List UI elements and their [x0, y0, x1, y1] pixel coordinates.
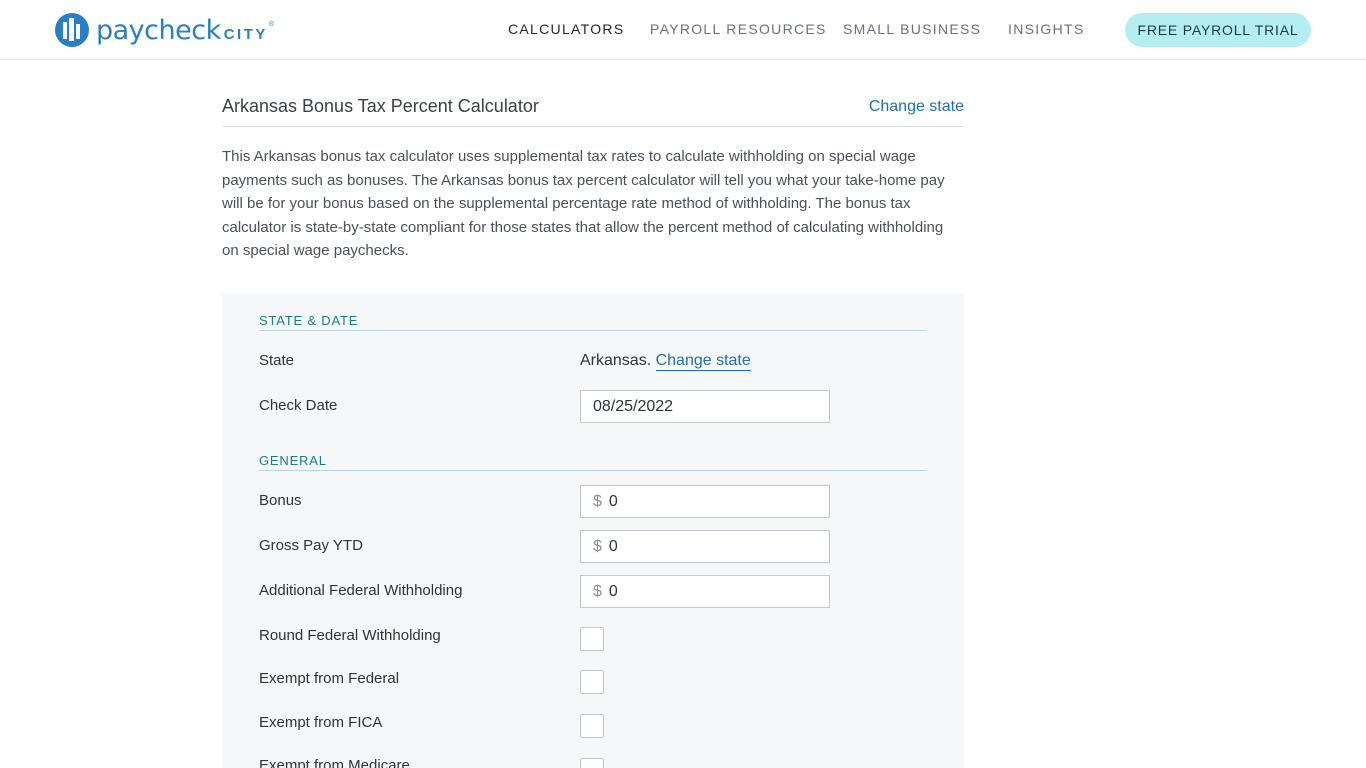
exempt-fica-label: Exempt from FICA — [259, 714, 383, 731]
intro-paragraph: This Arkansas bonus tax calculator uses … — [222, 148, 945, 259]
additional-federal-withholding-field[interactable]: $ 0 — [580, 575, 830, 608]
nav-insights[interactable]: INSIGHTS — [1008, 21, 1085, 37]
change-state-link[interactable]: Change state — [655, 352, 751, 371]
title-row: Arkansas Bonus Tax Percent Calculator Ch… — [222, 96, 964, 127]
logo-text-city: CITY — [223, 25, 268, 43]
logo-text-paycheck: paycheck — [96, 14, 221, 46]
calculator-form: STATE & DATE State Arkansas. Change stat… — [222, 293, 964, 768]
gross-pay-ytd-value: 0 — [608, 537, 618, 555]
exempt-federal-label: Exempt from Federal — [259, 670, 400, 687]
gross-pay-ytd-field[interactable]: $ 0 — [580, 530, 830, 563]
currency-symbol: $ — [593, 492, 602, 510]
logo-wordmark: paycheck CITY ® — [96, 15, 274, 46]
round-federal-withholding-label: Round Federal Withholding — [259, 627, 441, 644]
round-federal-withholding-checkbox[interactable] — [580, 627, 604, 651]
check-date-value: 08/25/2022 — [593, 397, 674, 415]
bonus-label: Bonus — [259, 492, 302, 509]
exempt-medicare-checkbox[interactable] — [580, 758, 604, 768]
exempt-medicare-label: Exempt from Medicare — [259, 757, 410, 768]
nav-payroll-resources[interactable]: PAYROLL RESOURCES — [650, 21, 827, 37]
additional-federal-withholding-label: Additional Federal Withholding — [259, 582, 463, 599]
state-label: State — [259, 352, 295, 369]
exempt-fica-checkbox[interactable] — [580, 714, 604, 738]
check-date-label: Check Date — [259, 397, 338, 414]
page-title: Arkansas Bonus Tax Percent Calculator — [222, 96, 539, 116]
bonus-value: 0 — [608, 492, 618, 510]
gross-pay-ytd-label: Gross Pay YTD — [259, 537, 363, 554]
section-heading-state-date: STATE & DATE — [259, 313, 927, 331]
change-state-link-top[interactable]: Change state — [869, 98, 964, 116]
currency-symbol: $ — [593, 582, 602, 600]
state-value: Arkansas. Change state — [580, 352, 751, 371]
nav-calculators[interactable]: CALCULATORS — [508, 21, 624, 37]
paycheck-city-logo[interactable]: paycheck CITY ® — [54, 12, 274, 48]
site-header: paycheck CITY ® CALCULATORS PAYROLL RESO… — [0, 0, 1366, 60]
check-date-field[interactable]: 08/25/2022 — [580, 390, 830, 423]
free-payroll-trial-button[interactable]: FREE PAYROLL TRIAL — [1125, 13, 1311, 47]
additional-federal-withholding-value: 0 — [608, 582, 618, 600]
nav-small-business[interactable]: SMALL BUSINESS — [843, 21, 981, 37]
logo-registered-mark: ® — [268, 20, 275, 28]
logo-mark-icon — [55, 13, 89, 47]
bonus-field[interactable]: $ 0 — [580, 485, 830, 518]
section-heading-general: GENERAL — [259, 453, 927, 471]
currency-symbol: $ — [593, 537, 602, 555]
exempt-federal-checkbox[interactable] — [580, 670, 604, 694]
state-name: Arkansas. — [580, 352, 652, 369]
